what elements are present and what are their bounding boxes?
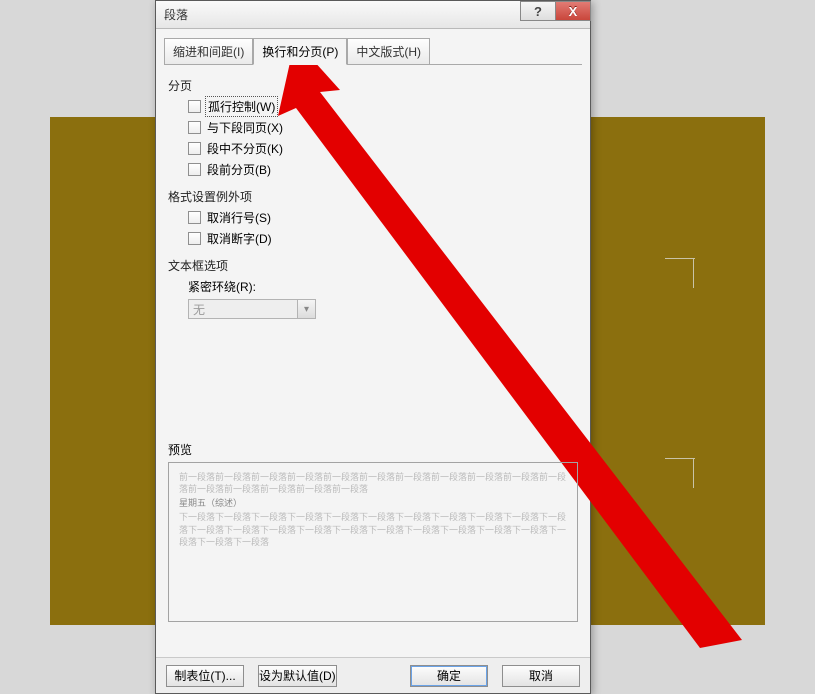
chevron-down-icon: ▾ — [298, 299, 316, 319]
dialog-title: 段落 — [164, 6, 188, 23]
keep-lines-label[interactable]: 段中不分页(K) — [207, 140, 283, 157]
checkbox-row-keepnext: 与下段同页(X) — [164, 117, 582, 138]
keep-with-next-label[interactable]: 与下段同页(X) — [207, 119, 283, 136]
page-break-before-label[interactable]: 段前分页(B) — [207, 161, 271, 178]
suppress-lineno-checkbox[interactable] — [188, 211, 201, 224]
checkbox-row-pagebefore: 段前分页(B) — [164, 159, 582, 180]
tab-bar: 缩进和间距(I) 换行和分页(P) 中文版式(H) — [156, 29, 590, 64]
no-hyphen-checkbox[interactable] — [188, 232, 201, 245]
guide-line — [693, 458, 694, 488]
tab-content: 分页 孤行控制(W) 与下段同页(X) 段中不分页(K) 段前分页(B) 格式设… — [164, 64, 582, 626]
ok-button[interactable]: 确定 — [410, 665, 488, 687]
checkbox-row-nolineno: 取消行号(S) — [164, 207, 582, 228]
tab-indent-spacing[interactable]: 缩进和间距(I) — [164, 38, 253, 65]
page-break-before-checkbox[interactable] — [188, 163, 201, 176]
tight-wrap-value: 无 — [188, 299, 298, 319]
checkbox-row-nohyphen: 取消断字(D) — [164, 228, 582, 249]
titlebar: 段落 ? X — [156, 1, 590, 29]
help-button[interactable]: ? — [520, 1, 556, 21]
widow-control-checkbox[interactable] — [188, 100, 201, 113]
preview-box: 前一段落前一段落前一段落前一段落前一段落前一段落前一段落前一段落前一段落前一段落… — [168, 462, 578, 622]
guide-line — [665, 458, 695, 459]
section-format-except-label: 格式设置例外项 — [164, 186, 582, 207]
tab-line-page-breaks[interactable]: 换行和分页(P) — [253, 38, 347, 65]
preview-current-text: 星期五（综述） — [179, 497, 567, 509]
tight-wrap-label: 紧密环绕(R): — [188, 278, 582, 295]
tight-wrap-select[interactable]: 无 ▾ — [188, 299, 582, 319]
section-paging-label: 分页 — [164, 75, 582, 96]
preview-prev-text: 前一段落前一段落前一段落前一段落前一段落前一段落前一段落前一段落前一段落前一段落… — [179, 471, 567, 495]
checkbox-row-keeplines: 段中不分页(K) — [164, 138, 582, 159]
close-button[interactable]: X — [555, 1, 591, 21]
keep-with-next-checkbox[interactable] — [188, 121, 201, 134]
cancel-button[interactable]: 取消 — [502, 665, 580, 687]
guide-line — [665, 258, 695, 259]
preview-next-text: 下一段落下一段落下一段落下一段落下一段落下一段落下一段落下一段落下一段落下一段落… — [179, 511, 567, 547]
widow-control-label[interactable]: 孤行控制(W) — [207, 98, 276, 115]
section-textbox-label: 文本框选项 — [164, 255, 582, 276]
checkbox-row-widow: 孤行控制(W) — [164, 96, 582, 117]
no-hyphen-label[interactable]: 取消断字(D) — [207, 230, 272, 247]
tabstops-button[interactable]: 制表位(T)... — [166, 665, 244, 687]
suppress-lineno-label[interactable]: 取消行号(S) — [207, 209, 271, 226]
preview-label: 预览 — [168, 441, 578, 458]
close-icon: X — [569, 4, 578, 19]
tab-chinese-typography[interactable]: 中文版式(H) — [347, 38, 430, 65]
help-icon: ? — [534, 4, 542, 19]
keep-lines-checkbox[interactable] — [188, 142, 201, 155]
guide-line — [693, 258, 694, 288]
dialog-button-row: 制表位(T)... 设为默认值(D) 确定 取消 — [156, 657, 590, 693]
paragraph-dialog: 段落 ? X 缩进和间距(I) 换行和分页(P) 中文版式(H) 分页 孤行控制… — [155, 0, 591, 694]
set-default-button[interactable]: 设为默认值(D) — [258, 665, 337, 687]
